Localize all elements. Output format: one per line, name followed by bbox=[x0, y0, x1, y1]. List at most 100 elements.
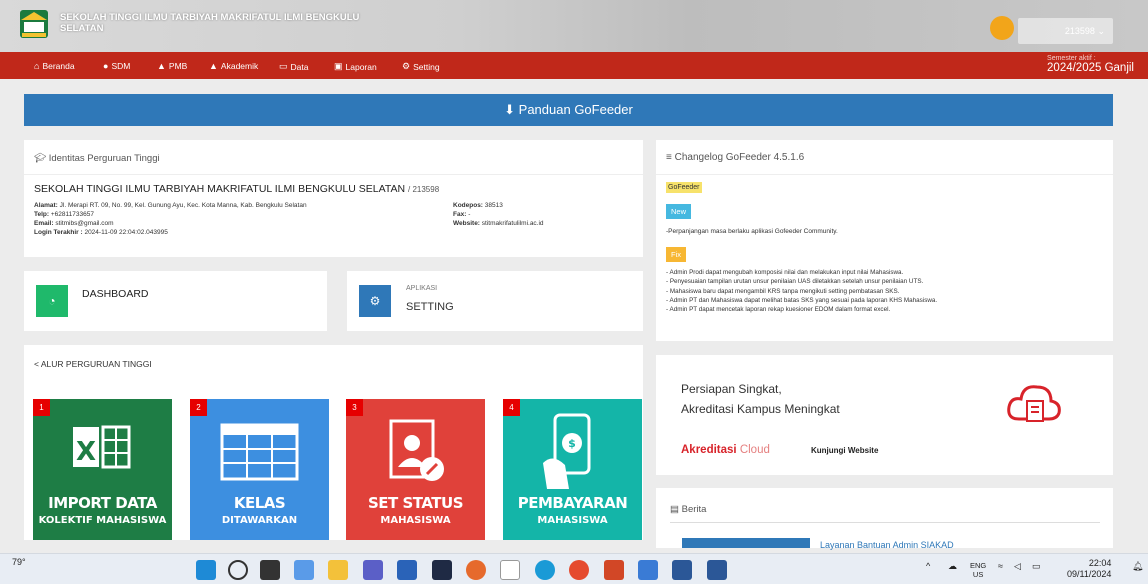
fax-label: Fax: bbox=[453, 211, 467, 218]
changelog-tag: GoFeeder bbox=[666, 182, 702, 193]
gear-icon: ⚙ bbox=[402, 61, 411, 71]
nav-item-akademik[interactable]: ▲ Akademik bbox=[209, 61, 258, 71]
search-icon[interactable] bbox=[228, 560, 248, 580]
chevron-up-icon[interactable]: ^ bbox=[926, 561, 930, 571]
file-explorer-icon[interactable] bbox=[328, 560, 348, 580]
tile-title: KELAS bbox=[233, 494, 286, 512]
amazon-icon[interactable] bbox=[500, 560, 520, 580]
website-label: Website: bbox=[453, 220, 480, 227]
visit-website-link[interactable]: Kunjungi Website bbox=[811, 446, 878, 455]
folder-icon: ▭ bbox=[279, 61, 288, 71]
identitas-heading: 🎓︎ Identitas Perguruan Tinggi bbox=[34, 153, 160, 164]
word-document-icon[interactable] bbox=[707, 560, 727, 580]
alur-tile-pembayaran[interactable]: $ 4 PEMBAYARAN MAHASISWA bbox=[503, 399, 642, 540]
store-icon[interactable] bbox=[397, 560, 417, 580]
svg-text:$: $ bbox=[568, 437, 576, 450]
news-link[interactable]: Layanan Bantuan Admin SIAKAD bbox=[820, 540, 954, 550]
fix-list: - Admin Prodi dapat mengubah komposisi n… bbox=[666, 268, 937, 314]
institution-title: SEKOLAH TINGGI ILMU TARBIYAH MAKRIFATUL … bbox=[60, 12, 360, 34]
email-label: Email: bbox=[34, 220, 54, 227]
user-icon: ● bbox=[103, 61, 109, 71]
fax-value: - bbox=[468, 211, 471, 218]
alamat-value: Jl. Merapi RT. 09, No. 99, Kel. Gunung A… bbox=[59, 202, 307, 209]
akreditasi-line1: Persiapan Singkat, bbox=[681, 382, 782, 396]
cloud-icon[interactable]: ☁ bbox=[948, 561, 957, 572]
semester-value: 2024/2025 Ganjil bbox=[1047, 62, 1134, 74]
nav-item-setting[interactable]: ⚙ Setting bbox=[402, 61, 440, 72]
list-icon: ≡ bbox=[666, 152, 672, 163]
tile-subtitle: DITAWARKAN bbox=[221, 515, 298, 526]
windows-taskbar: 79° ^ ☁ ENG US ≈ ◁ ▭ 22:04 09/11/2024 🔔︎ bbox=[0, 553, 1148, 584]
dropbox-icon[interactable] bbox=[432, 560, 452, 580]
battery-icon[interactable]: ▭ bbox=[1032, 561, 1041, 572]
changelog-heading: ≡ Changelog GoFeeder 4.5.1.6 bbox=[666, 152, 805, 163]
notification-bell-icon[interactable]: 🔔︎ bbox=[1132, 561, 1143, 572]
setting-label: SETTING bbox=[406, 301, 454, 313]
step-number: 2 bbox=[190, 399, 207, 416]
user-menu[interactable]: 213598 ⌄ bbox=[1018, 18, 1113, 44]
website-value: stitmakrifatulilmi.ac.id bbox=[481, 220, 544, 227]
login-value: 2024-11-09 22:04:02.043995 bbox=[84, 229, 168, 236]
akreditasi-line2: Akreditasi Kampus Meningkat bbox=[681, 402, 840, 416]
language-indicator[interactable]: ENG US bbox=[970, 561, 986, 579]
dashboard-card[interactable]: ◔ DASHBOARD bbox=[24, 271, 327, 331]
alur-tile-status[interactable]: 3 SET STATUS MAHASISWA bbox=[346, 399, 485, 540]
step-number: 3 bbox=[346, 399, 363, 416]
setting-card[interactable]: ⚙ APLIKASI SETTING bbox=[347, 271, 643, 331]
nav-item-beranda[interactable]: ⌂ Beranda bbox=[34, 61, 75, 71]
share-icon: < bbox=[34, 359, 39, 369]
divider bbox=[670, 522, 1100, 523]
tile-title: SET STATUS bbox=[367, 494, 464, 512]
berita-card: ▤ Berita Layanan Bantuan Admin SIAKAD bbox=[656, 488, 1113, 550]
firefox-icon[interactable] bbox=[466, 560, 486, 580]
alur-tile-import[interactable]: X 1 IMPORT DATA KOLEKTIF MAHASISWA bbox=[33, 399, 172, 540]
fix-item: - Penyesuaian tampilan urutan unsur peni… bbox=[666, 278, 924, 286]
tile-title: PEMBAYARAN bbox=[517, 494, 628, 512]
panduan-label: Panduan GoFeeder bbox=[518, 102, 633, 117]
fix-item: - Mahasiswa baru dapat mengambil KRS tan… bbox=[666, 287, 900, 295]
start-icon[interactable] bbox=[196, 560, 216, 580]
word-icon[interactable] bbox=[672, 560, 692, 580]
graduation-cap-icon: ▲ bbox=[157, 61, 166, 71]
chrome-icon[interactable] bbox=[569, 560, 589, 580]
kodepos-value: 38513 bbox=[484, 202, 503, 209]
panduan-gofeeder-button[interactable]: ⬇ Panduan GoFeeder bbox=[24, 94, 1113, 126]
step-number: 1 bbox=[33, 399, 50, 416]
divider bbox=[24, 174, 643, 175]
app-header: SEKOLAH TINGGI ILMU TARBIYAH MAKRIFATUL … bbox=[0, 0, 1148, 52]
gear-icon: ⚙ bbox=[359, 285, 391, 317]
speaker-icon[interactable]: ◁ bbox=[1014, 561, 1021, 572]
widgets-icon[interactable] bbox=[294, 560, 314, 580]
photos-icon[interactable] bbox=[638, 560, 658, 580]
alur-tile-kelas[interactable]: 2 KELAS DITAWARKAN bbox=[190, 399, 329, 540]
wifi-icon[interactable]: ≈ bbox=[998, 561, 1003, 571]
system-clock[interactable]: 22:04 09/11/2024 bbox=[1067, 558, 1111, 580]
nav-item-sdm[interactable]: ● SDM bbox=[103, 61, 130, 71]
cloud-document-icon bbox=[1007, 385, 1061, 422]
print-icon: ▣ bbox=[334, 61, 343, 71]
dashboard-label: DASHBOARD bbox=[82, 288, 149, 300]
weather-widget[interactable]: 79° bbox=[12, 557, 26, 567]
identitas-card: 🎓︎ Identitas Perguruan Tinggi SEKOLAH TI… bbox=[24, 140, 643, 257]
edge-icon[interactable] bbox=[535, 560, 555, 580]
download-icon: ⬇ bbox=[504, 102, 516, 117]
nav-item-data[interactable]: ▭ Data bbox=[279, 61, 308, 72]
telp-label: Telp: bbox=[34, 211, 50, 218]
clock-date: 09/11/2024 bbox=[1067, 569, 1112, 579]
temperature: 79° bbox=[12, 557, 26, 567]
tile-subtitle: MAHASISWA bbox=[537, 515, 608, 526]
powerpoint-icon[interactable] bbox=[604, 560, 624, 580]
akreditasi-banner[interactable]: Persiapan Singkat, Akreditasi Kampus Men… bbox=[656, 355, 1113, 475]
main-nav: ⌂ Beranda ● SDM ▲ PMB ▲ Akademik ▭ Data ▣ Lapo… bbox=[0, 52, 1148, 79]
institution-name: SEKOLAH TINGGI ILMU TARBIYAH MAKRIFATUL … bbox=[34, 183, 440, 195]
nav-item-pmb[interactable]: ▲ PMB bbox=[157, 61, 187, 71]
akreditasi-cloud-logo: Akreditasi Cloud bbox=[681, 444, 770, 456]
task-view-icon[interactable] bbox=[260, 560, 280, 580]
identitas-details-right: Kodepos: 38513 Fax: - Website: stitmakri… bbox=[453, 201, 544, 228]
chevron-down-icon: ⌄ bbox=[1097, 26, 1105, 36]
fix-item: - Admin PT dapat mencetak laporan rekap … bbox=[666, 306, 891, 314]
teams-icon[interactable] bbox=[363, 560, 383, 580]
nav-item-laporan[interactable]: ▣ Laporan bbox=[334, 61, 377, 72]
user-avatar[interactable] bbox=[990, 16, 1014, 40]
institution-code: / 213598 bbox=[408, 185, 440, 194]
